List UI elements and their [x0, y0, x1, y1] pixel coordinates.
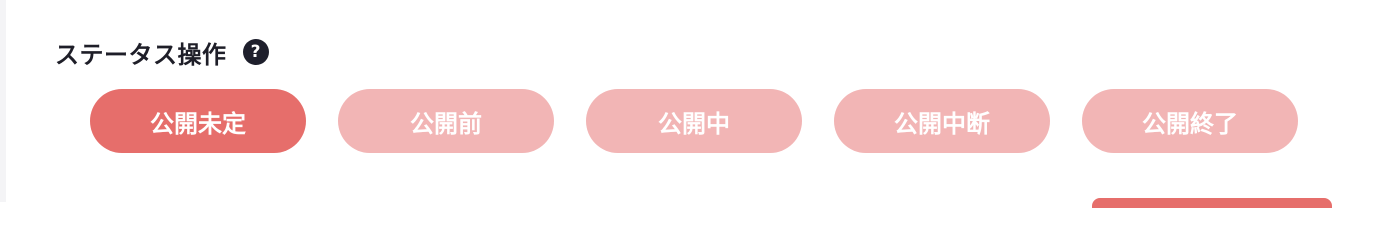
status-header: ステータス操作 ? [55, 34, 269, 70]
status-panel: ステータス操作 ? 公開未定 公開前 公開中 公開中断 公開終了 [6, 0, 1394, 202]
question-mark-glyph: ? [250, 41, 261, 62]
page-title: ステータス操作 [55, 40, 227, 69]
status-button-group: 公開未定 公開前 公開中 公開中断 公開終了 [90, 89, 1298, 153]
status-button-published[interactable]: 公開中 [586, 89, 802, 153]
status-button-unscheduled[interactable]: 公開未定 [90, 89, 306, 153]
question-circle-icon[interactable]: ? [242, 39, 269, 65]
status-button-suspended[interactable]: 公開中断 [834, 89, 1050, 153]
status-button-ended[interactable]: 公開終了 [1082, 89, 1298, 153]
status-button-before-publish[interactable]: 公開前 [338, 89, 554, 153]
partial-button-offscreen[interactable] [1092, 198, 1332, 208]
